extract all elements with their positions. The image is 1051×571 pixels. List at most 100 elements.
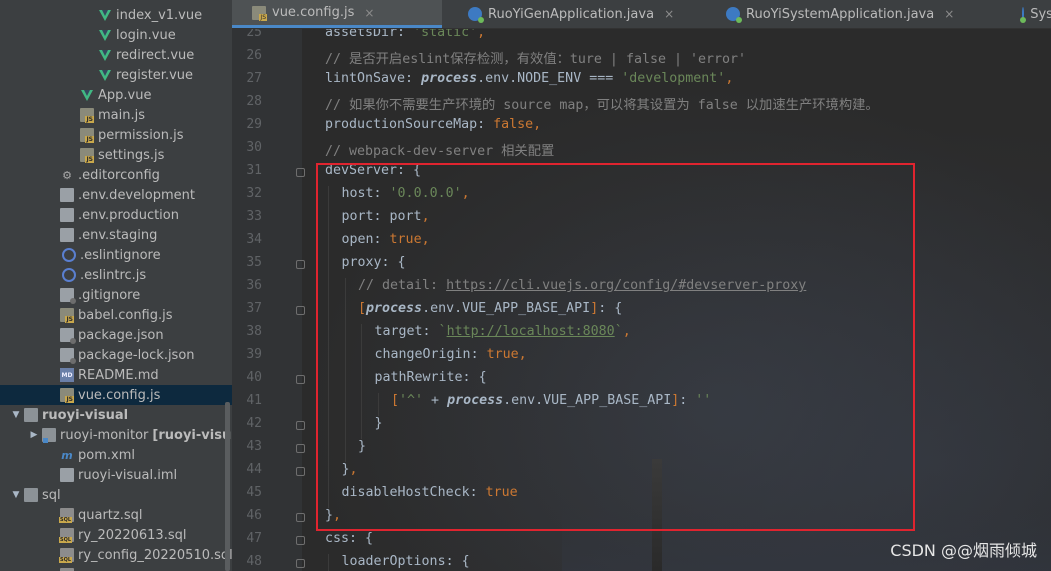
tree-item-label: pom.xml [78, 447, 135, 463]
tree-item[interactable]: README.md [0, 365, 232, 385]
tree-item-label: ry_... [78, 568, 110, 571]
tree-item[interactable]: m pom.xml [0, 445, 232, 465]
tree-item[interactable]: vue.config.js [0, 385, 232, 405]
line-number: 48 [246, 554, 262, 569]
code-token: process [421, 71, 478, 86]
fold-marker-icon[interactable] [296, 513, 305, 522]
sql-file-icon [59, 528, 74, 543]
tree-item-label: babel.config.js [78, 307, 173, 323]
tree-item[interactable]: quartz.sql [0, 505, 232, 525]
editor-tab[interactable]: vue.config.js × [232, 0, 442, 28]
tree-item[interactable]: settings.js [0, 145, 232, 165]
vue-icon [80, 88, 94, 102]
fold-marker-icon[interactable] [296, 168, 305, 177]
expand-arrow-icon[interactable]: ▼ [10, 410, 22, 420]
editor-tab[interactable]: RuoYiSystemApplication.java × [706, 0, 996, 28]
code-line[interactable]: productionSourceMap: false, [325, 117, 541, 132]
editor-tab[interactable]: SysC [1002, 0, 1051, 28]
locked-file-icon [60, 328, 76, 344]
tree-item[interactable]: babel.config.js [0, 305, 232, 325]
line-number: 47 [246, 531, 262, 546]
tree-item-label: redirect.vue [116, 47, 195, 63]
fold-marker-icon[interactable] [296, 375, 305, 384]
tree-item[interactable]: ry_config_20220510.sql [0, 545, 232, 565]
js-file-icon [80, 148, 94, 163]
code-line[interactable]: lintOnSave: process.env.NODE_ENV === 'de… [325, 71, 733, 86]
line-number: 41 [246, 393, 262, 408]
tree-item[interactable]: main.js [0, 105, 232, 125]
tree-item[interactable]: package-lock.json [0, 345, 232, 365]
tree-item[interactable]: .env.development [0, 185, 232, 205]
class-icon [726, 7, 742, 23]
fold-marker-icon[interactable] [296, 421, 305, 430]
tree-item[interactable]: ry_20220613.sql [0, 525, 232, 545]
tree-item[interactable]: .eslintrc.js [0, 265, 232, 285]
code-line[interactable]: // 是否开启eslint保存检测，有效值：ture | false | 'er… [325, 48, 746, 67]
code-token: .env.NODE_ENV [477, 71, 590, 86]
code-line[interactable]: // webpack-dev-server 相关配置 [325, 140, 554, 159]
module-icon [42, 428, 56, 443]
tree-item[interactable]: index_v1.vue [0, 5, 232, 25]
tree-item-label: .editorconfig [78, 167, 160, 183]
class-icon [468, 7, 484, 23]
folder-icon [24, 408, 38, 422]
fold-marker-icon[interactable] [296, 467, 305, 476]
code-token: loaderOptions: { [341, 554, 470, 569]
code-line[interactable]: // 如果你不需要生产环境的 source map，可以将其设置为 false … [325, 94, 879, 113]
tree-item[interactable]: package.json [0, 325, 232, 345]
tree-item[interactable]: ▼ sql [0, 485, 232, 505]
code-line[interactable]: assetsDir: 'static', [325, 29, 485, 40]
vue-icon [98, 8, 112, 22]
js-file-icon [60, 308, 74, 323]
vue-icon [98, 68, 112, 82]
code-token: lintOnSave: [325, 71, 422, 86]
class-icon [1020, 7, 1027, 23]
expand-arrow-icon[interactable]: ▼ [10, 490, 22, 500]
line-number: 37 [246, 301, 262, 316]
tree-item-label: App.vue [98, 87, 152, 103]
tree-item-label: quartz.sql [78, 507, 143, 523]
close-tab-icon[interactable]: × [664, 7, 674, 21]
sql-file-icon [59, 548, 74, 563]
tree-item-label: main.js [98, 107, 145, 123]
tree-item[interactable]: login.vue [0, 25, 232, 45]
tree-item[interactable]: redirect.vue [0, 45, 232, 65]
tree-item[interactable]: permission.js [0, 125, 232, 145]
collapse-arrow-icon[interactable]: ▶ [28, 430, 40, 440]
project-tree-scrollbar[interactable] [225, 402, 230, 571]
fold-marker-icon[interactable] [296, 559, 305, 568]
locked-file-icon [60, 288, 76, 304]
locked-file-icon [60, 348, 76, 364]
tree-item[interactable]: .env.production [0, 205, 232, 225]
markdown-icon [60, 368, 74, 382]
tree-item[interactable]: .gitignore [0, 285, 232, 305]
code-token: , [477, 29, 486, 40]
tree-item-label: login.vue [116, 27, 176, 43]
close-tab-icon[interactable]: × [364, 6, 374, 20]
js-file-icon [80, 108, 94, 123]
close-tab-icon[interactable]: × [944, 7, 954, 21]
circle-icon [62, 268, 76, 282]
fold-marker-icon[interactable] [296, 306, 305, 315]
tree-item[interactable]: ruoyi-visual.iml [0, 465, 232, 485]
tree-item[interactable]: App.vue [0, 85, 232, 105]
tree-item[interactable]: .eslintignore [0, 245, 232, 265]
code-token: css: { [325, 531, 374, 546]
fold-marker-icon[interactable] [296, 536, 305, 545]
tree-item-label: ruoyi-monitor [60, 427, 149, 443]
tree-item[interactable]: ▶ ruoyi-monitor [ruoyi-visu [0, 425, 232, 445]
code-line[interactable]: css: { [325, 531, 373, 546]
tree-item[interactable]: register.vue [0, 65, 232, 85]
tree-item[interactable]: ⚙ .editorconfig [0, 165, 232, 185]
tree-item[interactable]: ▼ ruoyi-visual [0, 405, 232, 425]
fold-marker-icon[interactable] [296, 260, 305, 269]
tree-item-label: permission.js [98, 127, 184, 143]
tree-item[interactable]: .env.staging [0, 225, 232, 245]
code-line[interactable]: loaderOptions: { [342, 554, 470, 569]
tree-item-label: .env.staging [78, 227, 158, 243]
vue-icon [98, 28, 112, 42]
editor-tab[interactable]: RuoYiGenApplication.java × [448, 0, 700, 28]
tree-item-label: package-lock.json [78, 347, 195, 363]
fold-marker-icon[interactable] [296, 444, 305, 453]
tree-item[interactable]: ry_... [0, 565, 232, 571]
